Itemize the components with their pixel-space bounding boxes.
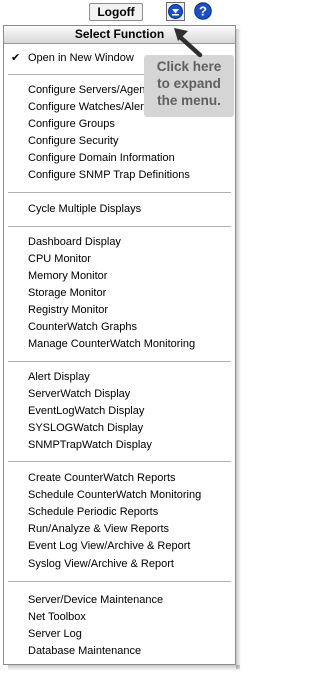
menu-item-configure-domain-information[interactable]: Configure Domain Information: [4, 150, 235, 167]
menu-item-manage-counterwatch-monitoring[interactable]: Manage CounterWatch Monitoring: [4, 336, 235, 353]
menu-item-alert-display[interactable]: Alert Display: [4, 369, 235, 386]
callout-line: the menu.: [157, 93, 221, 108]
menu-item-counterwatch-graphs[interactable]: CounterWatch Graphs: [4, 319, 235, 336]
menu-shadow: [236, 29, 241, 669]
expand-menu-button[interactable]: [166, 2, 185, 21]
menu-item-schedule-periodic-reports[interactable]: Schedule Periodic Reports: [4, 504, 235, 521]
menu-item-server-device-maintenance[interactable]: Server/Device Maintenance: [4, 592, 235, 609]
menu-item-configure-snmp-trap-definitions[interactable]: Configure SNMP Trap Definitions: [4, 167, 235, 184]
menu-item-syslog-view-archive-report[interactable]: Syslog View/Archive & Report: [4, 556, 235, 573]
menu-item-dashboard-display[interactable]: Dashboard Display: [4, 234, 235, 251]
menu-separator: [8, 461, 231, 462]
menu-shadow-bottom: [8, 665, 240, 671]
toolbar: Logoff ?: [0, 0, 250, 24]
callout-line: Click here: [156, 59, 222, 74]
menu-group-reports: Create CounterWatch Reports Schedule Cou…: [4, 470, 235, 573]
help-icon: ?: [194, 2, 212, 20]
callout-line: to expand: [157, 76, 221, 91]
menu-group-monitors: Dashboard Display CPU Monitor Memory Mon…: [4, 234, 235, 353]
menu-item-cycle-multiple-displays[interactable]: Cycle Multiple Displays: [4, 201, 235, 218]
menu-item-server-log[interactable]: Server Log: [4, 626, 235, 643]
menu-separator: [8, 192, 231, 193]
logoff-button[interactable]: Logoff: [89, 3, 143, 21]
menu-item-cpu-monitor[interactable]: CPU Monitor: [4, 251, 235, 268]
menu-item-net-toolbox[interactable]: Net Toolbox: [4, 609, 235, 626]
down-arrow-menu-icon: [168, 4, 183, 19]
menu-item-syslogwatch-display[interactable]: SYSLOGWatch Display: [4, 420, 235, 437]
menu-group-maintenance: Server/Device Maintenance Net Toolbox Se…: [4, 592, 235, 660]
menu-item-create-counterwatch-reports[interactable]: Create CounterWatch Reports: [4, 470, 235, 487]
pointer-arrow-icon: [174, 28, 203, 58]
menu-item-storage-monitor[interactable]: Storage Monitor: [4, 285, 235, 302]
menu-group-cycle: Cycle Multiple Displays: [4, 201, 235, 218]
menu-item-memory-monitor[interactable]: Memory Monitor: [4, 268, 235, 285]
checkmark-icon: ✔: [11, 52, 21, 64]
menu-item-event-log-view-archive-report[interactable]: Event Log View/Archive & Report: [4, 538, 235, 555]
menu-group-displays: Alert Display ServerWatch Display EventL…: [4, 369, 235, 454]
select-function-menu: Select Function ✔ Open in New Window Con…: [3, 25, 236, 665]
menu-item-configure-groups[interactable]: Configure Groups: [4, 116, 235, 133]
menu-separator: [8, 226, 231, 227]
callout-text: Click here to expand the menu.: [144, 58, 234, 109]
menu-item-run-analyze-view-reports[interactable]: Run/Analyze & View Reports: [4, 521, 235, 538]
menu-item-database-maintenance[interactable]: Database Maintenance: [4, 643, 235, 660]
menu-item-eventlogwatch-display[interactable]: EventLogWatch Display: [4, 403, 235, 420]
menu-item-serverwatch-display[interactable]: ServerWatch Display: [4, 386, 235, 403]
help-button[interactable]: ?: [194, 2, 212, 20]
menu-item-snmptrapwatch-display[interactable]: SNMPTrapWatch Display: [4, 437, 235, 454]
menu-item-configure-security[interactable]: Configure Security: [4, 133, 235, 150]
menu-item-registry-monitor[interactable]: Registry Monitor: [4, 302, 235, 319]
menu-item-schedule-counterwatch-monitoring[interactable]: Schedule CounterWatch Monitoring: [4, 487, 235, 504]
help-glyph: ?: [199, 4, 207, 19]
help-callout: Click here to expand the menu.: [144, 55, 234, 117]
menu-separator: [8, 581, 231, 582]
menu-item-label: Open in New Window: [28, 52, 134, 64]
menu-separator: [8, 361, 231, 362]
